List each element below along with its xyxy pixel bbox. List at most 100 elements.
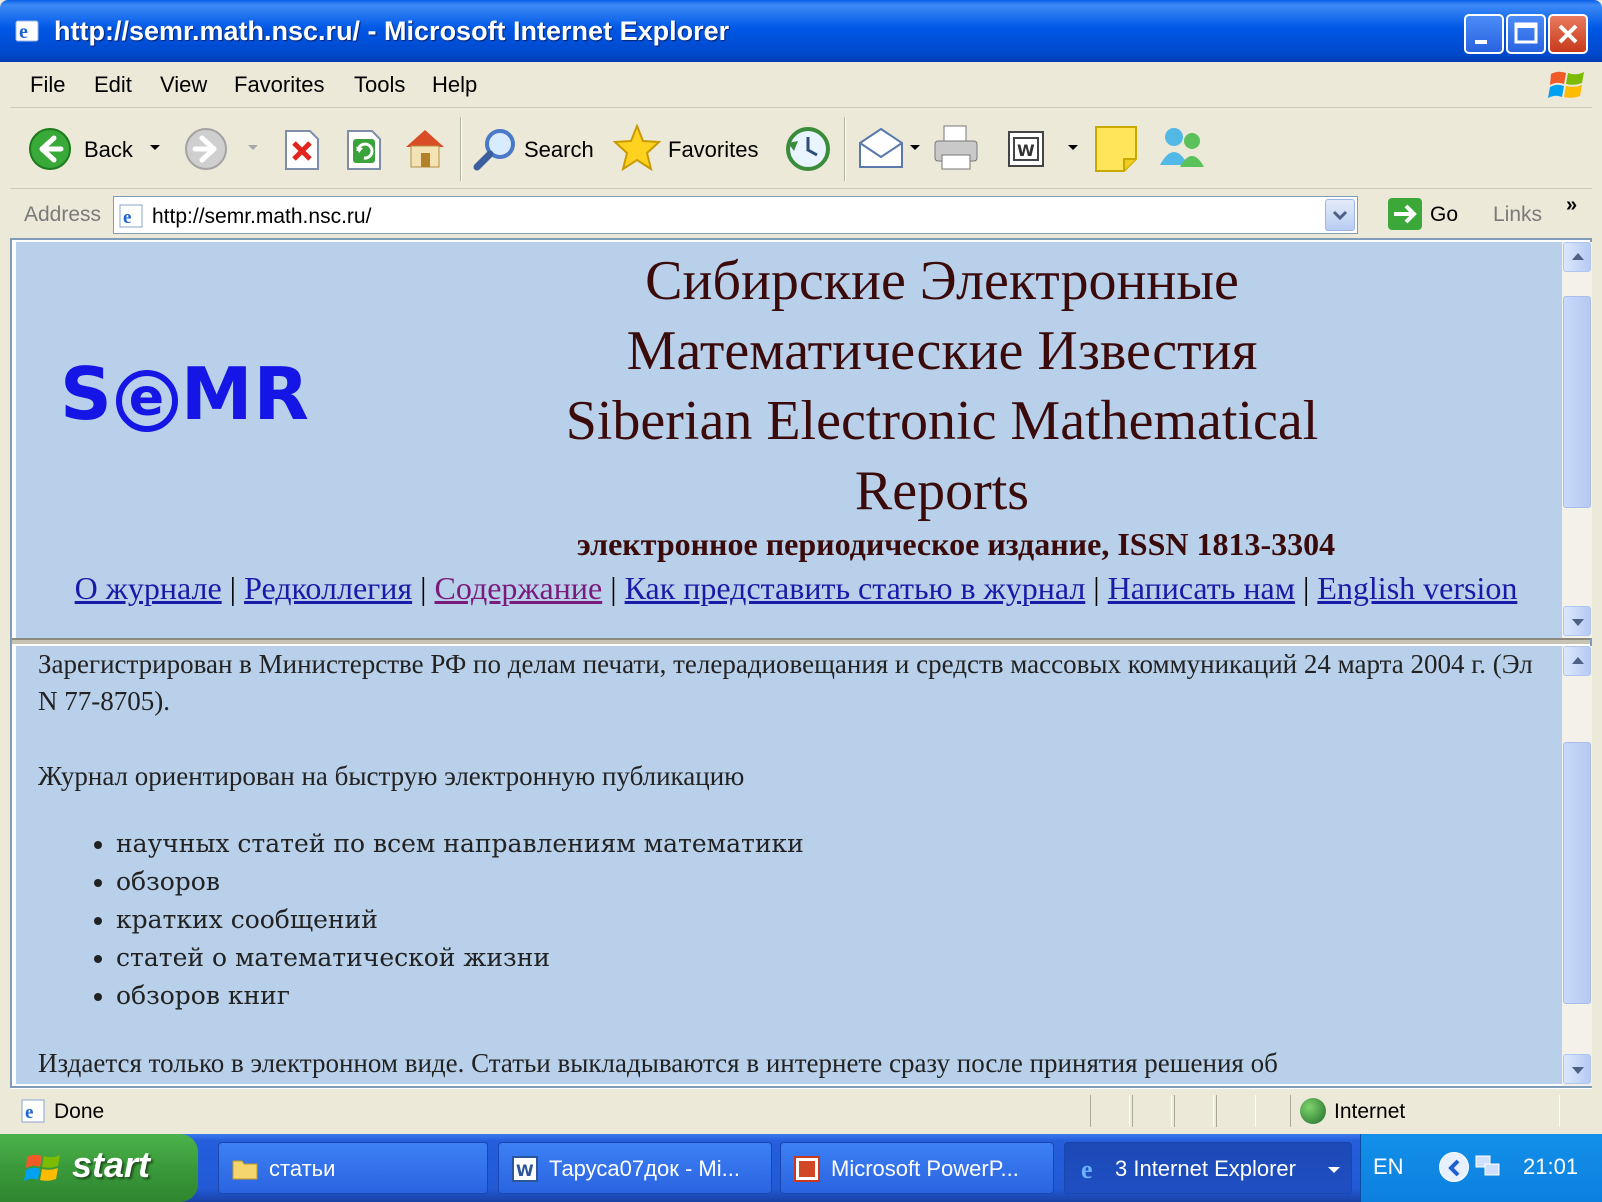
menu-bar: File Edit View Favorites Tools Help [10,62,1592,108]
word-icon: W [512,1156,538,1182]
close-button[interactable] [1548,14,1588,54]
stop-icon[interactable] [282,129,322,171]
nav-links: О журнале | Редколлегия | Содержание | К… [56,568,1536,608]
svg-text:e: e [1081,1155,1093,1183]
scroll-down-button[interactable] [1563,1054,1591,1084]
registration-text: Зарегистрирован в Министерстве РФ по дел… [38,649,1533,716]
publication-list: научных статей по всем направлениям мате… [38,825,1538,1015]
nav-link-editorial-board[interactable]: Редколлегия [244,570,412,606]
menu-favorites[interactable]: Favorites [234,72,324,98]
taskbar-item-label: статьи [269,1156,336,1181]
maximize-button[interactable] [1506,14,1546,54]
title-bar[interactable]: e http://semr.math.nsc.ru/ - Microsoft I… [0,0,1602,62]
status-pane [1174,1095,1214,1127]
scroll-thumb[interactable] [1563,742,1591,1004]
menu-file[interactable]: File [30,72,65,98]
chevron-up-icon [1572,657,1584,664]
nav-link-about[interactable]: О журнале [75,570,222,606]
menu-help[interactable]: Help [432,72,477,98]
scroll-up-button[interactable] [1563,646,1591,676]
globe-icon [1300,1098,1326,1124]
menu-view[interactable]: View [160,72,207,98]
back-dropdown-icon[interactable] [150,145,160,150]
svg-text:W: W [516,1161,534,1180]
edit-dropdown-icon[interactable] [1068,145,1078,150]
links-chevron-icon[interactable]: » [1566,194,1577,217]
history-icon[interactable] [784,125,832,173]
status-pane [1090,1095,1130,1127]
mail-icon[interactable] [856,127,906,171]
print-icon[interactable] [932,123,982,173]
nav-link-contact[interactable]: Написать нам [1108,570,1295,606]
taskbar-item-label: Microsoft PowerP... [831,1156,1019,1181]
back-button[interactable]: Back [28,127,158,171]
favorites-label: Favorites [668,137,759,162]
home-icon[interactable] [402,125,448,171]
menu-edit[interactable]: Edit [94,72,132,98]
back-arrow-icon [29,128,71,170]
title-line-2: Математические Известия [626,320,1258,382]
address-input[interactable]: e http://semr.math.nsc.ru/ [113,196,1358,234]
issn-line: электронное периодическое издание, ISSN … [576,526,1336,562]
electronic-only-text: Издается только в электронном виде. Стат… [38,1048,1278,1078]
chevron-left-icon [1448,1159,1460,1177]
start-button[interactable]: start [0,1134,198,1202]
status-pane [1216,1095,1256,1127]
taskbar-item-label: Таруса07док - Mi... [549,1156,740,1181]
taskbar-item-word[interactable]: W Таруса07док - Mi... [498,1142,772,1194]
go-label[interactable]: Go [1430,203,1458,227]
chevron-down-icon [1328,1167,1340,1173]
mail-dropdown-icon[interactable] [910,145,920,150]
search-icon [473,129,515,171]
address-url: http://semr.math.nsc.ru/ [152,205,372,228]
nav-separator: | [229,570,237,606]
messenger-icon[interactable] [1156,123,1208,173]
list-item: обзоров [116,863,1538,901]
toolbar-separator [844,117,846,181]
main-scrollbar[interactable] [1562,646,1592,1086]
forward-arrow-icon[interactable] [184,127,228,171]
title-line-1: Сибирские Электронные [645,250,1239,312]
taskbar: start статьи W Таруса07док - Mi... Micro… [0,1134,1602,1202]
search-button[interactable]: Search [472,125,602,173]
note-icon[interactable] [1092,123,1140,173]
header-scrollbar[interactable] [1562,242,1592,638]
title-line-4: Reports [854,460,1030,522]
word-edit-icon[interactable]: W [1006,129,1046,169]
refresh-icon[interactable] [344,129,384,171]
status-bar: e Done Internet [10,1088,1592,1132]
zone-pane [1290,1095,1560,1127]
scroll-thumb[interactable] [1563,296,1591,508]
taskbar-item-label: 3 Internet Explorer [1115,1156,1296,1181]
language-indicator[interactable]: EN [1373,1154,1404,1180]
taskbar-item-folder[interactable]: статьи [218,1142,488,1194]
menu-tools[interactable]: Tools [354,72,405,98]
frame-splitter[interactable] [12,638,1590,646]
scroll-up-button[interactable] [1563,242,1591,272]
nav-link-submit[interactable]: Как представить статью в журнал [625,570,1086,606]
favorites-button[interactable]: Favorites [612,123,772,173]
address-label: Address [24,203,102,226]
nav-link-english[interactable]: English version [1317,570,1517,606]
close-icon [1558,24,1578,44]
go-button[interactable] [1388,198,1422,230]
forward-dropdown-icon [248,145,258,150]
list-item: научных статей по всем направлениям мате… [116,825,1538,863]
network-icon[interactable] [1473,1152,1503,1182]
list-item: обзоров книг [116,977,1538,1015]
page-icon: e [119,204,143,228]
svg-text:e: e [19,21,28,43]
go-arrow-icon [1394,204,1417,224]
scroll-down-button[interactable] [1563,606,1591,636]
minimize-button[interactable] [1464,14,1504,54]
nav-link-contents[interactable]: Содержание [435,570,603,606]
nav-separator: | [420,570,427,606]
links-button[interactable]: Links [1493,203,1542,227]
taskbar-item-ie-group[interactable]: e 3 Internet Explorer [1064,1142,1352,1194]
ie-icon: e [1081,1155,1093,1183]
tray-expand-button[interactable] [1439,1152,1469,1182]
intro-text: Журнал ориентирован на быструю электронн… [38,761,745,791]
main-frame: Зарегистрирован в Министерстве РФ по дел… [16,646,1562,1084]
taskbar-item-powerpoint[interactable]: Microsoft PowerP... [780,1142,1054,1194]
address-dropdown-button[interactable] [1325,199,1355,231]
